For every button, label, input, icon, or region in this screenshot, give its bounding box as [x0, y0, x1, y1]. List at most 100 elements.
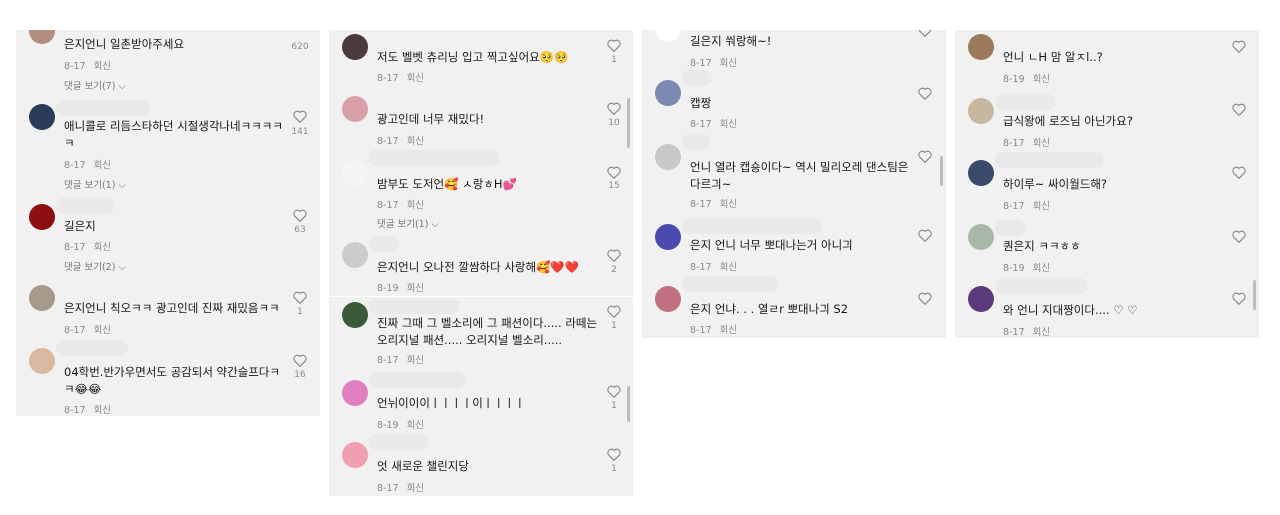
avatar[interactable] [968, 34, 994, 60]
avatar[interactable] [29, 204, 55, 230]
comment-item: 저도 벨벳 츄리닝 입고 찍고싶어요🥺🥺 8-17 회신 1 [329, 30, 633, 88]
comment-item: 언니 ㄴH 맘 알ㅈl..? 8-19 회신 [955, 30, 1259, 90]
reply-link[interactable]: 회신 [1033, 327, 1050, 338]
chevron-down-icon: ⌵ [118, 81, 126, 92]
avatar[interactable] [342, 302, 368, 328]
comment-meta: 8-17 회신 [690, 259, 737, 273]
avatar[interactable] [342, 442, 368, 468]
comment-item: 애니콜로 리듬스타하던 시절생각나네ㅋㅋㅋㅋㅋ 8-17 회신 댓글 보기(1) … [16, 100, 320, 200]
reply-link[interactable]: 회신 [720, 58, 737, 69]
reply-link[interactable]: 회신 [720, 199, 737, 210]
avatar[interactable] [342, 34, 368, 60]
avatar[interactable] [968, 160, 994, 186]
heart-icon[interactable] [918, 87, 932, 100]
heart-icon[interactable] [918, 30, 932, 37]
view-replies-link[interactable]: 댓글 보기(1) ⌵ [377, 216, 439, 230]
heart-icon[interactable] [607, 39, 621, 52]
reply-link[interactable]: 회신 [1033, 263, 1050, 274]
view-replies-link[interactable]: 댓글 보기(7) ⌵ [64, 78, 126, 92]
reply-link[interactable]: 회신 [720, 262, 737, 273]
heart-icon[interactable] [293, 209, 307, 222]
comment-text: 진짜 그때 그 벨소리에 그 패션이다..... 라떼는 오리지널 패션....… [377, 316, 598, 347]
reply-link[interactable]: 회신 [407, 200, 424, 211]
comment-date: 8-17 [64, 160, 86, 171]
heart-icon[interactable] [1232, 230, 1246, 243]
comment-meta: 8-17 회신 [690, 322, 737, 336]
reply-link[interactable]: 회신 [94, 242, 111, 253]
heart-icon[interactable] [1232, 292, 1246, 305]
reply-link[interactable]: 회신 [1033, 74, 1050, 85]
comment-text: 길은지 쒀랑해~! [690, 34, 772, 48]
heart-icon[interactable] [607, 385, 621, 398]
comment-text: 애니콜로 리듬스타하던 시절생각나네ㅋㅋㅋㅋㅋ [64, 119, 283, 150]
avatar[interactable] [29, 104, 55, 130]
heart-icon[interactable] [607, 249, 621, 262]
heart-icon[interactable] [1232, 40, 1246, 53]
avatar[interactable] [655, 144, 681, 170]
heart-icon[interactable] [1232, 103, 1246, 116]
comment-panel-3: 길은지 쒀랑해~! 8-17 회신 캡짱 8-17 회신 언니 열라 캡숑이다~ 역… [642, 30, 946, 338]
comment-text: 은지언니 일촌받아주세요 [64, 37, 185, 51]
reply-link[interactable]: 회신 [720, 119, 737, 130]
avatar[interactable] [655, 224, 681, 250]
username-redacted [56, 340, 128, 356]
reply-link[interactable]: 회신 [94, 325, 111, 336]
reply-link[interactable]: 회신 [407, 483, 424, 494]
comment-meta: 8-17 회신 [64, 402, 111, 416]
view-replies-link[interactable]: 댓글 보기(1) ⌵ [64, 177, 126, 191]
reply-link[interactable]: 회신 [1033, 138, 1050, 149]
avatar[interactable] [29, 285, 55, 311]
avatar[interactable] [968, 98, 994, 124]
reply-link[interactable]: 회신 [720, 325, 737, 336]
heart-icon[interactable] [293, 291, 307, 304]
heart-icon[interactable] [293, 354, 307, 367]
heart-icon[interactable] [607, 102, 621, 115]
comment-item: 은지 언냐. . . 열ㄹr 뽀대나긔 S2 8-17 회신 [642, 276, 946, 338]
comment-date: 8-17 [690, 262, 712, 273]
reply-link[interactable]: 회신 [94, 61, 111, 72]
comment-date: 8-17 [377, 136, 399, 147]
reply-link[interactable]: 회신 [407, 420, 424, 431]
heart-icon[interactable] [918, 229, 932, 242]
avatar[interactable] [968, 224, 994, 250]
reply-link[interactable]: 회신 [94, 405, 111, 416]
comment-date: 8-17 [690, 199, 712, 210]
comment-item: 언뉘이이이ㅣㅣㅣㅣ이ㅣㅣㅣㅣ 8-19 회신 1 [329, 372, 633, 434]
avatar[interactable] [655, 30, 681, 42]
comment-panel-2: 저도 벨벳 츄리닝 입고 찍고싶어요🥺🥺 8-17 회신 1 광고인데 너무 재밌… [329, 30, 633, 496]
comment-item: 진짜 그때 그 벨소리에 그 패션이다..... 라떼는 오리지널 패션....… [329, 294, 633, 374]
reply-link[interactable]: 회신 [94, 160, 111, 171]
avatar[interactable] [29, 348, 55, 374]
avatar[interactable] [655, 286, 681, 312]
avatar[interactable] [342, 96, 368, 122]
chevron-down-icon: ⌵ [118, 262, 126, 273]
heart-icon[interactable] [918, 292, 932, 305]
avatar[interactable] [29, 30, 55, 44]
reply-link[interactable]: 회신 [407, 136, 424, 147]
heart-icon[interactable] [293, 110, 307, 123]
avatar[interactable] [342, 242, 368, 268]
reply-link[interactable]: 회신 [407, 283, 424, 294]
heart-icon[interactable] [607, 448, 621, 461]
comment-meta: 8-17 회신 [377, 133, 424, 147]
comment-text: 은지언니 오나전 깔쌈하다 사랑해🥰❤️❤️ [377, 260, 580, 274]
like-count: 1 [297, 307, 303, 317]
avatar[interactable] [342, 160, 368, 186]
avatar[interactable] [342, 380, 368, 406]
avatar[interactable] [655, 80, 681, 106]
like-count: 1 [611, 55, 617, 65]
comment-text: 광고인데 너무 재밌다! [377, 112, 485, 126]
heart-icon[interactable] [918, 150, 932, 163]
reply-link[interactable]: 회신 [407, 73, 424, 84]
reply-link[interactable]: 회신 [1033, 201, 1050, 212]
heart-icon[interactable] [1232, 166, 1246, 179]
comment-date: 8-19 [1003, 263, 1025, 274]
heart-icon[interactable] [607, 305, 621, 318]
reply-link[interactable]: 회신 [407, 355, 424, 366]
comment-item: 엇 새로운 챌린지당 8-17 회신 1 [329, 434, 633, 496]
comment-text: 은지 언니 너무 뽀대나는거 아니긔 [690, 238, 853, 252]
comment-text: 퀀은지 ㅋㅋㅎㅎ [1003, 239, 1081, 253]
view-replies-link[interactable]: 댓글 보기(2) ⌵ [64, 259, 126, 273]
heart-icon[interactable] [607, 166, 621, 179]
avatar[interactable] [968, 286, 994, 312]
